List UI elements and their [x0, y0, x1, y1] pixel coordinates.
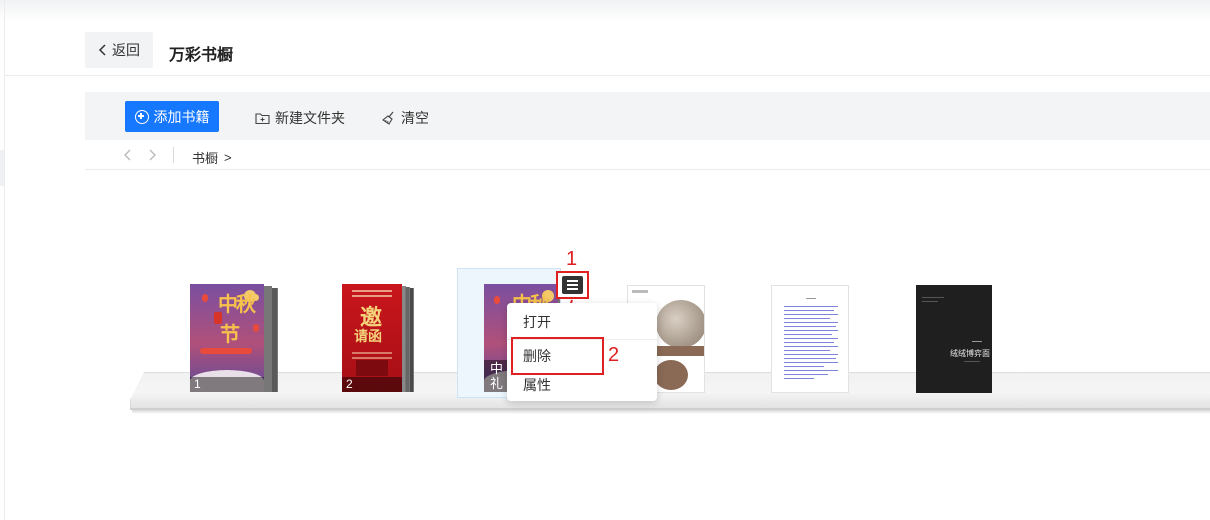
book-item[interactable]: 中秋 节 1: [190, 284, 278, 394]
back-label: 返回: [112, 42, 140, 58]
cover-text-line: [972, 341, 982, 342]
toc-line: [784, 378, 814, 379]
book-menu-button[interactable]: [556, 271, 589, 299]
cover-text-line: [352, 352, 392, 354]
cover-title-2: 请函: [354, 329, 382, 345]
toc-line: [784, 342, 834, 343]
book-index: 2: [342, 377, 402, 392]
back-button[interactable]: 返回: [85, 32, 153, 68]
toc-line: [784, 314, 838, 315]
page-title: 万彩书橱: [169, 47, 234, 64]
new-folder-button[interactable]: 新建文件夹: [255, 108, 345, 128]
left-divider: [4, 0, 5, 520]
toolbar: 添加书籍 新建文件夹 清空: [85, 92, 1210, 140]
breadcrumb[interactable]: 书橱 >: [192, 148, 232, 167]
cover-band: [650, 346, 704, 356]
lantern-decoration: [253, 324, 259, 332]
toc-line: [784, 306, 838, 307]
cover-text-line: [352, 295, 392, 297]
broom-icon: [382, 111, 394, 125]
toc-line: [784, 330, 838, 331]
toc-line: [784, 334, 832, 335]
folder-plus-icon: [255, 113, 270, 125]
bookshelf-shadow: [132, 410, 1210, 414]
toc-line: [784, 374, 828, 375]
add-book-label: 添加书籍: [153, 108, 210, 125]
context-menu-open[interactable]: 打开: [507, 308, 657, 336]
toc-line: [784, 326, 836, 327]
nav-forward-icon[interactable]: [147, 148, 157, 162]
toc-line: [784, 362, 838, 363]
toc-line: [784, 310, 834, 311]
toc-line: [784, 358, 836, 359]
toc-line: [784, 354, 838, 355]
cover-text-line: [964, 361, 980, 362]
book-cover: 绒绒博弈面: [916, 285, 992, 393]
hamburger-menu-icon: [562, 276, 583, 294]
lantern-decoration: [202, 294, 208, 302]
chevron-left-icon: [98, 44, 106, 56]
cover-text-line: [922, 297, 944, 298]
book-item[interactable]: 邀 请函 2: [342, 284, 414, 394]
toc-line: [784, 322, 838, 323]
cover-text-line: [352, 357, 392, 359]
toc-line: [806, 298, 816, 299]
cover-logo: [632, 290, 648, 293]
plus-circle-icon: [134, 109, 149, 124]
book-cover: 邀 请函 2: [342, 284, 402, 392]
top-strip: [0, 0, 1210, 22]
toc-line: [784, 338, 838, 339]
book-index: 1: [190, 377, 264, 392]
annotation-delete-highlight: [511, 337, 604, 375]
cover-photo: [656, 300, 704, 348]
book-item[interactable]: 绒绒博弈面: [916, 285, 992, 393]
cover-text-line: [352, 290, 392, 292]
breadcrumb-separator: >: [224, 150, 232, 165]
toc-line: [784, 366, 824, 367]
clear-button[interactable]: 清空: [381, 108, 429, 128]
menu-bar: [567, 284, 578, 286]
toc-line: [784, 370, 838, 371]
add-book-button[interactable]: 添加书籍: [125, 101, 219, 132]
cover-circle: [654, 360, 688, 390]
book-cover: 中秋 节 1: [190, 284, 264, 392]
cover-title: 中秋: [218, 292, 256, 316]
nav-back-icon[interactable]: [123, 148, 133, 162]
book-item[interactable]: [771, 285, 849, 393]
cover-title: 绒绒博弈面: [950, 349, 990, 358]
lantern-decoration: [494, 296, 500, 304]
cover-bar: [200, 348, 252, 354]
breadcrumb-root[interactable]: 书橱: [192, 148, 218, 167]
toc-line: [784, 350, 830, 351]
cover-text-line: [922, 301, 938, 302]
page-header: 返回 万彩书橱: [5, 22, 1210, 76]
cover-title-2: 节: [220, 322, 240, 346]
cover-gate: [356, 360, 388, 376]
toc-line: [784, 346, 838, 347]
menu-bar: [567, 288, 578, 290]
annotation-step-2: 2: [608, 344, 620, 366]
left-edge-tab: [0, 150, 4, 186]
clear-label: 清空: [401, 110, 429, 126]
nav-separator: [173, 147, 174, 163]
navigation-bar: 书橱 >: [85, 140, 1210, 170]
book-cover: [771, 285, 849, 393]
new-folder-label: 新建文件夹: [275, 110, 345, 126]
menu-bar: [567, 280, 578, 282]
toc-line: [784, 318, 830, 319]
context-menu-properties[interactable]: 属性: [507, 371, 657, 399]
annotation-step-1: 1: [566, 248, 578, 270]
